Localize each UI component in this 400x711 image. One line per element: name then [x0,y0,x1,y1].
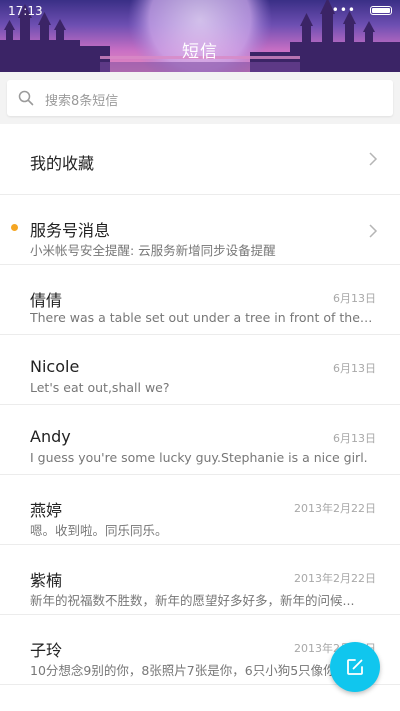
search-area: 搜索8条短信 [0,72,400,124]
service-messages-item[interactable]: 服务号消息 小米帐号安全提醒: 云服务新增同步设备提醒 [0,195,400,265]
unread-dot [11,224,18,231]
service-preview: 小米帐号安全提醒: 云服务新增同步设备提醒 [30,243,276,258]
conversation-item[interactable]: 倩倩 6月13日 There was a table set out under… [0,265,400,335]
compose-button[interactable] [330,642,380,692]
status-bar: 17:13 ••• [0,0,400,22]
message-preview: 10分想念9别的你，8张照片7张是你，6只小狗5只像你... [30,663,348,678]
signal-icon: ••• [331,3,356,17]
contact-name: 倩倩 [30,291,63,310]
conversation-item[interactable]: Nicole 6月13日 Let's eat out,shall we? [0,335,400,405]
service-title: 服务号消息 [30,221,111,240]
message-date: 2013年2月22日 [294,572,376,585]
search-input[interactable]: 搜索8条短信 [7,80,393,116]
page-title: 短信 [182,42,218,62]
message-preview: 新年的祝福数不胜数，新年的愿望好多好多，新年的问候... [30,593,355,608]
chevron-right-icon [369,152,378,166]
conversation-item[interactable]: Andy 6月13日 I guess you're some lucky guy… [0,405,400,475]
message-preview: There was a table set out under a tree i… [30,310,375,325]
message-preview: I guess you're some lucky guy.Stephanie … [30,450,368,465]
message-date: 6月13日 [333,292,376,305]
search-placeholder: 搜索8条短信 [45,94,119,109]
message-date: 6月13日 [333,432,376,445]
message-date: 6月13日 [333,362,376,375]
message-date: 2013年2月22日 [294,502,376,515]
conversation-item[interactable]: 燕婷 2013年2月22日 嗯。收到啦。同乐同乐。 [0,475,400,545]
battery-icon [370,6,392,15]
favorites-item[interactable]: 我的收藏 [0,124,400,195]
conversation-item[interactable]: 紫楠 2013年2月22日 新年的祝福数不胜数，新年的愿望好多好多，新年的问候.… [0,545,400,615]
favorites-label: 我的收藏 [30,154,95,173]
contact-name: 子玲 [30,641,63,660]
search-icon [18,90,34,106]
message-preview: Let's eat out,shall we? [30,380,170,395]
chevron-right-icon [369,224,378,238]
status-time: 17:13 [8,4,43,18]
contact-name: Andy [30,427,71,446]
message-preview: 嗯。收到啦。同乐同乐。 [30,523,168,538]
conversation-list: 我的收藏 服务号消息 小米帐号安全提醒: 云服务新增同步设备提醒 倩倩 6月13… [0,124,400,685]
contact-name: 燕婷 [30,501,63,520]
contact-name: Nicole [30,357,80,376]
header: 17:13 ••• 短信 [0,0,400,72]
compose-icon [347,659,363,675]
contact-name: 紫楠 [30,571,63,590]
